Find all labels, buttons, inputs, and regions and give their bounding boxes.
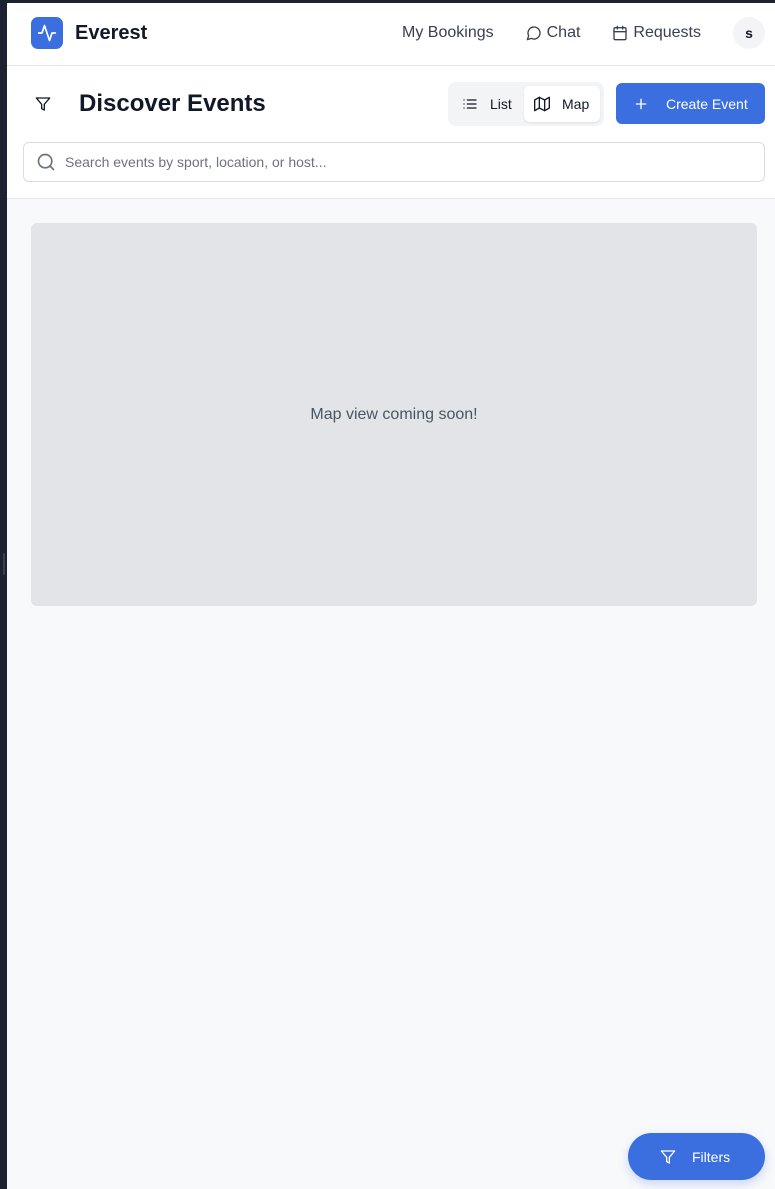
app-root: Everest My Bookings Chat Requests s Disc…: [7, 3, 775, 1189]
nav-my-bookings[interactable]: My Bookings: [402, 24, 494, 42]
view-toggle: List Map: [448, 82, 604, 126]
nav-chat[interactable]: Chat: [526, 24, 581, 42]
window-edge: [0, 0, 7, 1189]
create-event-button[interactable]: Create Event: [616, 83, 765, 124]
view-list-button[interactable]: List: [452, 86, 524, 122]
resize-handle[interactable]: [3, 553, 5, 575]
navbar: Everest My Bookings Chat Requests s: [7, 3, 775, 66]
view-list-label: List: [490, 96, 512, 112]
nav-chat-label: Chat: [546, 24, 581, 41]
filters-label: Filters: [692, 1148, 731, 1165]
chat-bubble-icon: [526, 26, 541, 41]
filter-icon: [35, 97, 51, 111]
filter-toggle-button[interactable]: [31, 92, 55, 116]
filters-button[interactable]: Filters: [628, 1133, 765, 1180]
page-header: Discover Events List Map Create Event Se…: [7, 66, 775, 199]
list-icon: [463, 99, 477, 109]
nav-my-bookings-label: My Bookings: [402, 24, 494, 41]
brand-name: Everest: [75, 21, 148, 44]
map-placeholder: Map view coming soon!: [31, 223, 757, 606]
search-icon: [37, 153, 55, 171]
search-input[interactable]: [65, 154, 745, 170]
map-placeholder-message: Map view coming soon!: [310, 405, 478, 423]
view-map-label: Map: [562, 96, 590, 112]
brand[interactable]: Everest: [31, 17, 147, 49]
avatar[interactable]: s: [733, 17, 765, 49]
nav-links: My Bookings Chat Requests s: [402, 17, 775, 49]
plus-icon: [635, 98, 647, 109]
create-event-label: Create Event: [666, 95, 748, 112]
search-box: [23, 142, 765, 182]
filter-icon: [660, 1149, 676, 1164]
calendar-icon: [613, 25, 628, 41]
nav-requests-label: Requests: [633, 24, 701, 41]
activity-pulse-icon: [31, 17, 63, 49]
page-title: Discover Events: [79, 90, 266, 117]
nav-requests[interactable]: Requests: [612, 24, 701, 42]
map-icon: [534, 96, 550, 112]
view-map-button[interactable]: Map: [524, 86, 600, 122]
